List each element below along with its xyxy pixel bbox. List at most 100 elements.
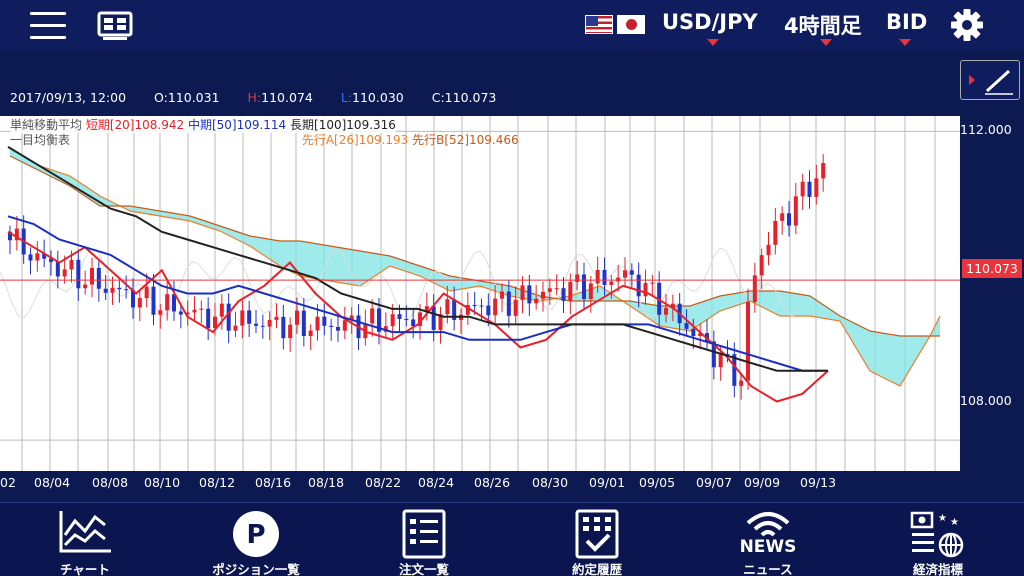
svg-text:★: ★ [950,517,959,528]
candle-body [329,325,334,327]
order-list-icon [402,509,446,559]
candle-body [602,269,607,285]
candle-body [718,353,723,368]
price-chart[interactable]: 単純移動平均 短期[20]108.942 中期[50]109.114 長期[10… [0,116,960,471]
candle-body [582,274,586,300]
nav-positions-label: ポジション一覧 [212,562,300,576]
draw-tool-button[interactable] [960,60,1020,100]
nav-orders[interactable]: 注文一覧 [364,503,484,576]
jp-flag-icon [617,15,645,34]
chart-panel: 2017/09/13, 12:00 O:110.031 H:110.074 L:… [0,50,1024,502]
ohlc-high-value: 110.074 [261,90,313,105]
span-b-legend: 先行B[52]109.466 [412,133,519,147]
candle-body [117,287,122,290]
candle-body [83,284,88,289]
ohlc-readout: 2017/09/13, 12:00 O:110.031 H:110.074 L:… [10,90,520,105]
candle-body [554,288,559,290]
candle-body [431,306,436,330]
candle-body [247,310,252,324]
top-bar: USD/JPY 4時間足 BID [0,0,1024,50]
candle-body [90,267,94,285]
candle-body [643,283,648,297]
history-icon [575,509,619,559]
candle-body [814,178,819,197]
candle-body [124,289,129,291]
span-a-legend: 先行A[26]109.193 [301,133,409,147]
x-tick-label: 09/01 [589,475,626,490]
ohlc-low: L:110.030 [341,90,404,105]
candle-body [527,285,532,304]
candle-body [609,281,614,285]
candle-body [411,319,416,327]
nav-history[interactable]: 約定履歴 [537,503,657,576]
timeframe-selector[interactable]: 4時間足 [784,10,862,40]
ohlc-low-value: 110.030 [352,90,404,105]
nav-news[interactable]: NEWS ニュース [708,503,828,576]
candle-body [281,316,286,339]
ohlc-high: H:110.074 [248,90,313,105]
candle-body [746,302,750,381]
gear-icon[interactable] [950,8,984,46]
x-tick-label: 08/12 [199,475,236,490]
x-tick-label: 08/10 [144,475,181,490]
candle-body [55,261,60,277]
chevron-down-icon[interactable] [820,39,832,46]
sma-legend-title: 単純移動平均 [10,118,83,132]
nav-news-label: ニュース [743,562,793,576]
x-tick-label: 08/24 [418,475,455,490]
x-tick-label: 09/13 [800,475,837,490]
candle-body [780,213,785,221]
nav-indicators[interactable]: ★ ★ 経済指標 [878,503,998,576]
candle-body [96,267,101,289]
ohlc-open-value: 110.031 [167,90,220,105]
current-price-tag: 110.073 [962,259,1022,278]
ichimoku-legend-title: 一目均衡表 [10,133,71,147]
price-type-selector[interactable]: BID [886,10,927,34]
nav-history-label: 約定履歴 [571,562,622,576]
candle-body [397,314,402,319]
menu-icon[interactable] [30,12,66,40]
candle-body [192,309,197,313]
candle-body [636,274,641,297]
candle-body [199,308,204,310]
candle-body [787,213,791,226]
layout-icon[interactable] [97,11,133,45]
ohlc-close-label: C: [431,90,445,105]
chevron-down-icon[interactable] [899,39,911,46]
candle-body [691,328,696,337]
x-tick-label: 08/08 [92,475,129,490]
candle-body [547,288,552,292]
candle-body [158,310,163,315]
economic-indicator-icon: ★ ★ [910,511,964,558]
candle-body [390,314,395,327]
candle-body [500,291,504,299]
ohlc-open: O:110.031 [154,90,220,105]
candle-body [766,244,771,256]
candle-body [650,282,655,284]
candle-body [233,325,238,331]
candle-body [534,298,539,304]
candle-body [759,255,764,276]
candle-body [288,324,293,339]
candle-body [773,220,778,245]
ohlc-close-value: 110.073 [444,90,497,105]
candle-body [178,311,183,315]
nav-positions[interactable]: P ポジション一覧 [196,503,316,576]
nav-chart[interactable]: チャート [25,503,145,576]
svg-text:P: P [246,520,265,550]
candle-body [472,304,477,306]
candle-body [739,380,744,386]
candle-body [336,326,340,331]
us-flag-icon [585,15,613,34]
wifi-news-icon [746,512,790,537]
candle-body [206,308,211,329]
ohlc-datetime: 2017/09/13, 12:00 [10,90,127,105]
candle-body [137,298,142,308]
chevron-down-icon[interactable] [707,39,719,46]
candle-body [541,291,545,299]
ichimoku-legend: 一目均衡表 先行A[26]109.193 先行B[52]109.466 [10,131,519,148]
candle-body [226,303,231,331]
news-big-label: NEWS [739,537,797,557]
currency-pair-selector[interactable]: USD/JPY [662,10,758,34]
sma-short-legend: 短期[20]108.942 [85,118,185,132]
